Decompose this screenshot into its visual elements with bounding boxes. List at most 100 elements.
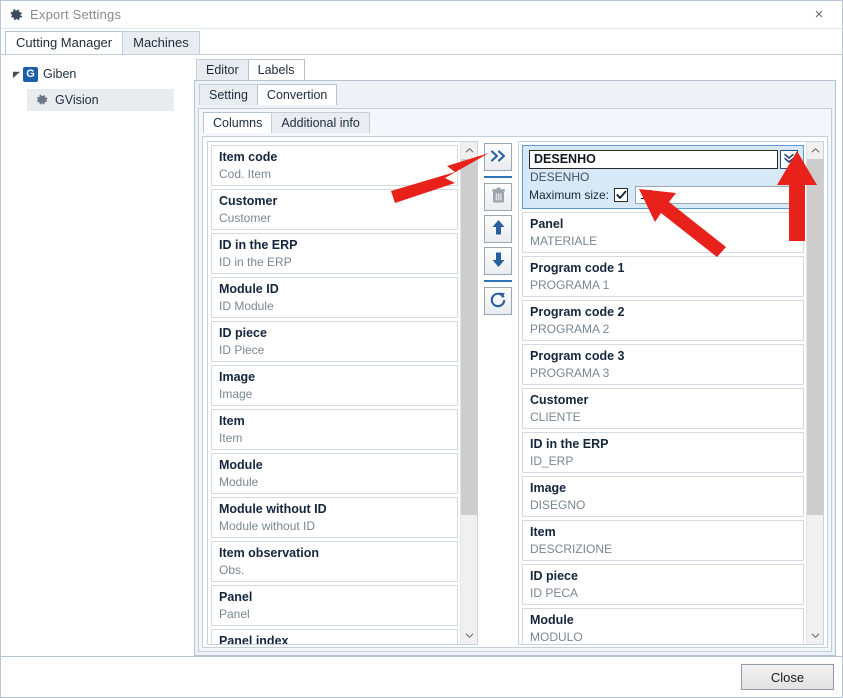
machine-tree-pane: G Giben GVision — [1, 55, 194, 656]
tab-machines[interactable]: Machines — [122, 31, 200, 54]
list-item[interactable]: Module Module — [211, 453, 458, 494]
list-item[interactable]: Item code Cod. Item — [211, 145, 458, 186]
list-item-subtitle: Customer — [219, 211, 272, 225]
tab-label: Columns — [213, 116, 263, 130]
list-item[interactable]: Program code 3 PROGRAMA 3 — [522, 344, 804, 385]
scroll-thumb[interactable] — [461, 159, 477, 515]
column-name-input[interactable]: DESENHO — [529, 150, 778, 169]
scroll-thumb[interactable] — [807, 159, 823, 515]
chevron-down-icon[interactable] — [9, 70, 23, 79]
list-item-title: Panel — [530, 217, 564, 231]
columns-panel: Item code Cod. Item Customer Customer ID in … — [202, 136, 828, 648]
list-item[interactable]: Panel MATERIALE — [522, 212, 804, 253]
scroll-track[interactable] — [461, 159, 477, 627]
tab-label: Additional info — [281, 116, 360, 130]
list-item-title: Item observation — [219, 546, 320, 560]
tab-convertion[interactable]: Convertion — [256, 84, 338, 105]
delete-button[interactable] — [484, 183, 512, 211]
list-item-title: Image — [530, 481, 567, 495]
list-item-subtitle: DISEGNO — [530, 498, 586, 512]
list-item[interactable]: Program code 2 PROGRAMA 2 — [522, 300, 804, 341]
list-item-title: Panel index — [219, 634, 289, 644]
trash-icon — [491, 187, 506, 207]
scroll-up-button[interactable] — [461, 142, 477, 159]
list-item[interactable]: Panel Panel — [211, 585, 458, 626]
toolbar-separator — [484, 280, 512, 282]
list-item[interactable]: Customer CLIENTE — [522, 388, 804, 429]
maximum-size-label: Maximum size: — [529, 188, 610, 202]
scroll-down-button[interactable] — [461, 627, 477, 644]
list-item[interactable]: Program code 1 PROGRAMA 1 — [522, 256, 804, 297]
list-item-title: Item — [530, 525, 556, 539]
available-columns-list: Item code Cod. Item Customer Customer ID in … — [207, 141, 478, 645]
tab-cutting-manager[interactable]: Cutting Manager — [5, 31, 124, 54]
list-item[interactable]: Item Item — [211, 409, 458, 450]
tab-additional-info[interactable]: Additional info — [271, 112, 370, 133]
list-item-subtitle: PROGRAMA 2 — [530, 322, 610, 336]
tree-node-label: Giben — [43, 67, 77, 81]
top-tab-strip: Cutting Manager Machines — [1, 29, 842, 54]
tab-editor[interactable]: Editor — [196, 59, 249, 80]
double-chevron-right-icon — [489, 149, 507, 166]
maximum-size-input[interactable]: 10 — [635, 186, 798, 204]
list-item[interactable]: ID in the ERP ID in the ERP — [211, 233, 458, 274]
list-item[interactable]: Item DESCRIZIONE — [522, 520, 804, 561]
tab-labels[interactable]: Labels — [247, 59, 305, 80]
tab-row-level2: Setting Convertion — [195, 83, 835, 105]
list-item[interactable]: Customer Customer — [211, 189, 458, 230]
list-item[interactable]: Panel indexPanel index — [211, 629, 458, 644]
list-item-title: ID piece — [530, 569, 578, 583]
tab-setting[interactable]: Setting — [199, 84, 258, 105]
list-item-title: Customer — [219, 194, 278, 208]
list-item-subtitle: Panel — [219, 607, 250, 621]
list-item[interactable]: Item observation Obs. — [211, 541, 458, 582]
list-item-title: ID in the ERP — [530, 437, 609, 451]
maximum-size-checkbox[interactable] — [614, 188, 629, 202]
chevron-double-down-icon — [783, 152, 795, 167]
tab-label: Labels — [257, 63, 295, 77]
selected-column-editor[interactable]: DESENHO DESENHO Maximum size: 10 — [522, 145, 804, 209]
tree-node-giben[interactable]: G Giben — [1, 63, 194, 85]
list-item[interactable]: Image DISEGNO — [522, 476, 804, 517]
available-columns-items[interactable]: Item code Cod. Item Customer Customer ID in … — [208, 142, 460, 644]
list-item-subtitle: Item — [219, 431, 243, 445]
list-item[interactable]: ID piece ID Piece — [211, 321, 458, 362]
column-dropdown-button[interactable] — [780, 150, 798, 169]
list-item-subtitle: Image — [219, 387, 253, 401]
selected-columns-items[interactable]: DESENHO DESENHO Maximum size: 10 Panel M… — [519, 142, 806, 644]
editor-subtitle: DESENHO — [530, 170, 590, 184]
window-title: Export Settings — [30, 7, 122, 22]
available-columns-scrollbar[interactable] — [460, 142, 477, 644]
list-item[interactable]: ID piece ID PECA — [522, 564, 804, 605]
scroll-track[interactable] — [807, 159, 823, 627]
scroll-up-button[interactable] — [807, 142, 823, 159]
list-item-subtitle: ID PECA — [530, 586, 579, 600]
list-item[interactable]: Module MODULO — [522, 608, 804, 644]
list-item-subtitle: PROGRAMA 3 — [530, 366, 610, 380]
list-item[interactable]: ID in the ERP ID_ERP — [522, 432, 804, 473]
window-close-button[interactable]: × — [796, 1, 842, 27]
selected-columns-scrollbar[interactable] — [806, 142, 823, 644]
close-button[interactable]: Close — [741, 664, 834, 690]
list-item-title: ID piece — [219, 326, 267, 340]
move-down-button[interactable] — [484, 247, 512, 275]
convertion-panel: Columns Additional info Item code Cod. It… — [198, 108, 832, 652]
refresh-button[interactable] — [484, 287, 512, 315]
giben-logo-icon: G — [23, 66, 38, 82]
tree-node-label: GVision — [55, 93, 99, 107]
tab-columns[interactable]: Columns — [203, 112, 273, 133]
move-right-button[interactable] — [484, 143, 512, 171]
tab-row-level3: Columns Additional info — [199, 111, 831, 133]
move-up-button[interactable] — [484, 215, 512, 243]
list-item-title: Item code — [219, 150, 278, 164]
tree-node-gvision[interactable]: GVision — [27, 89, 174, 111]
list-item-subtitle: Cod. Item — [219, 167, 272, 181]
selected-columns-list: DESENHO DESENHO Maximum size: 10 Panel M… — [518, 141, 824, 645]
list-item[interactable]: Module ID ID Module — [211, 277, 458, 318]
list-item[interactable]: Image Image — [211, 365, 458, 406]
scroll-down-button[interactable] — [807, 627, 823, 644]
list-item[interactable]: Module without ID Module without ID — [211, 497, 458, 538]
list-item-subtitle: MODULO — [530, 630, 583, 644]
tab-label: Cutting Manager — [16, 35, 113, 50]
gear-icon — [9, 8, 23, 22]
